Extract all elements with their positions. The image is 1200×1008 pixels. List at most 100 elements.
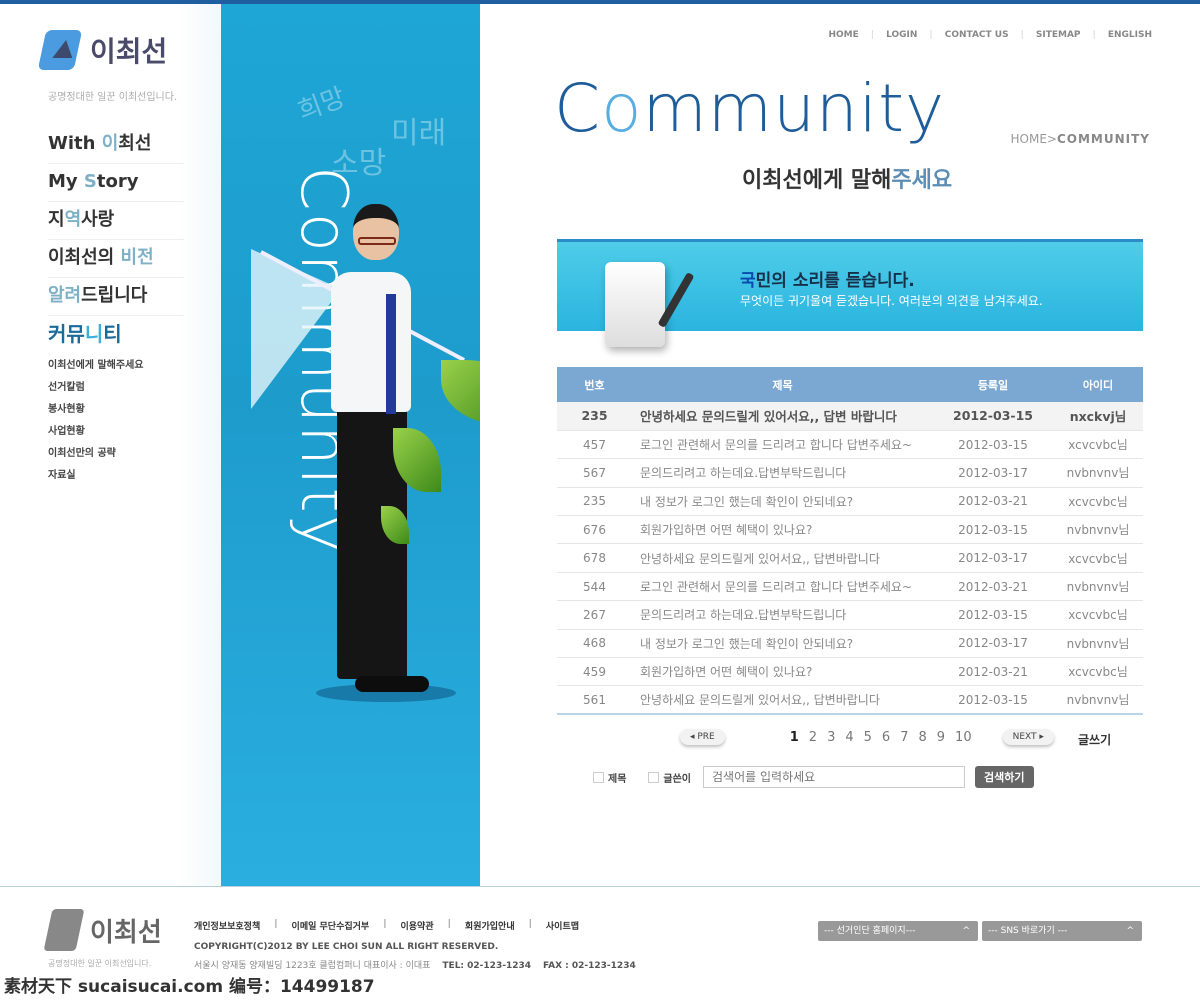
document-icon: [605, 262, 665, 347]
search-input[interactable]: 검색어를 입력하세요: [703, 766, 966, 788]
top-nav-sitemap[interactable]: SITEMAP: [1036, 30, 1081, 40]
write-button[interactable]: 글쓰기: [1078, 731, 1111, 748]
next-button[interactable]: NEXT ▸: [1002, 729, 1054, 745]
cell-title[interactable]: 안녕하세요 문의드릴게 있어서요,, 답변 바랍니다: [632, 402, 933, 431]
table-row[interactable]: 678 안녕하세요 문의드릴게 있어서요,, 답변바랍니다 2012-03-17 xc…: [557, 543, 1143, 573]
cell-title[interactable]: 내 정보가 로그인 했는데 확인이 안되네요?: [632, 629, 933, 659]
nav-item[interactable]: My Story: [48, 164, 184, 202]
nav-item-label: 지: [48, 209, 65, 230]
top-nav-home[interactable]: HOME: [828, 30, 858, 40]
address-text: 서울시 양재동 양재빌딩 1223호 클럽컴퍼니 대표이사 : 이대표: [194, 961, 431, 971]
footer-logo-mark-icon: [43, 909, 85, 951]
cell-date: 2012-03-21: [933, 572, 1053, 602]
nav-item[interactable]: 지역사랑: [48, 202, 184, 240]
sub-nav-item[interactable]: 이최선에게 말해주세요: [48, 358, 143, 380]
table-row[interactable]: 544 로그인 관련해서 문의를 드리려고 합니다 답변주세요~ 2012-03-2…: [557, 572, 1143, 602]
search-button[interactable]: 검색하기: [975, 766, 1034, 788]
candidate-site-select[interactable]: --- 선거인단 홈페이지--- ^: [818, 921, 978, 941]
title-part: C: [554, 70, 602, 147]
nav-item[interactable]: 알려드립니다: [48, 278, 184, 316]
prev-button[interactable]: ◂ PRE: [680, 729, 725, 745]
nav-item-label: 드립니다: [81, 285, 148, 306]
tel: TEL: 02-123-1234: [442, 961, 531, 971]
page-3[interactable]: 3: [827, 730, 835, 745]
top-nav-english[interactable]: ENGLISH: [1108, 30, 1152, 40]
fax: FAX : 02-123-1234: [543, 961, 636, 971]
sub-nav-item[interactable]: 자료실: [48, 468, 143, 490]
col-title: 제목: [632, 367, 933, 402]
ghost-word: 미래: [391, 116, 447, 151]
author-checkbox[interactable]: [648, 771, 660, 783]
cell-number: 678: [557, 543, 632, 573]
footer-slogan: 공명정대한 일꾼 이최선입니다.: [48, 959, 152, 968]
cell-title[interactable]: 로그인 관련해서 문의를 드리려고 합니다 답변주세요~: [632, 572, 933, 602]
cell-title[interactable]: 문의드리려고 하는데요.답변부탁드립니다: [632, 458, 933, 488]
cell-date: 2012-03-21: [933, 657, 1053, 687]
cell-id: xcvcvbc님: [1053, 600, 1143, 630]
cell-date: 2012-03-15: [933, 515, 1053, 545]
page-8[interactable]: 8: [918, 730, 926, 745]
sns-select[interactable]: --- SNS 바로가기 --- ^: [982, 921, 1142, 941]
table-row[interactable]: 567 문의드리려고 하는데요.답변부탁드립니다 2012-03-17 nvbnvnv…: [557, 458, 1143, 488]
page-2[interactable]: 2: [809, 730, 817, 745]
cell-number: 457: [557, 430, 632, 460]
slogan: 공명정대한 일꾼 이최선입니다.: [48, 92, 178, 103]
table-row[interactable]: 267 문의드리려고 하는데요.답변부탁드립니다 2012-03-15 xcvcvbc…: [557, 600, 1143, 630]
breadcrumb-current: COMMUNITY: [1056, 132, 1150, 146]
nav-item-label: S: [83, 171, 97, 192]
board-table: 번호 제목 등록일 아이디 235 안녕하세요 문의드릴게 있어서요,, 답변 바…: [557, 367, 1143, 716]
banner-title: 국민의 소리를 듣습니다.: [740, 266, 915, 291]
table-row[interactable]: 459 회원가입하면 어떤 혜택이 있나요? 2012-03-21 xcvcvbc님: [557, 657, 1143, 687]
page-4[interactable]: 4: [845, 730, 853, 745]
top-nav-login[interactable]: LOGIN: [886, 30, 917, 40]
nav-item[interactable]: 이최선의 비전: [48, 240, 184, 278]
logo[interactable]: 이최선: [37, 30, 167, 70]
nav-item[interactable]: 커뮤니티: [48, 316, 184, 354]
pagination: ◂ PRE 1 2 3 4 5 6 7 8 9 10 NEXT ▸: [680, 729, 1054, 745]
page-10[interactable]: 10: [955, 730, 972, 745]
cell-title[interactable]: 로그인 관련해서 문의를 드리려고 합니다 답변주세요~: [632, 430, 933, 460]
cell-title[interactable]: 안녕하세요 문의드릴게 있어서요,, 답변바랍니다: [632, 543, 933, 573]
nav-item[interactable]: With 이최선: [48, 126, 184, 164]
table-row[interactable]: 468 내 정보가 로그인 했는데 확인이 안되네요? 2012-03-17 nvbn…: [557, 629, 1143, 659]
ghost-word: 희망: [294, 82, 350, 128]
top-nav: HOME | LOGIN | CONTACT US | SITEMAP | ENGLISH: [828, 30, 1152, 40]
page-7[interactable]: 7: [900, 730, 908, 745]
sub-nav-item[interactable]: 봉사현황: [48, 402, 143, 424]
footer-link[interactable]: 회원가입안내: [465, 919, 515, 932]
nav-item-label: 최선: [118, 133, 152, 154]
table-row[interactable]: 235 내 정보가 로그인 했는데 확인이 안되네요? 2012-03-21 xcvc…: [557, 487, 1143, 517]
sub-nav-item[interactable]: 이최선만의 공략: [48, 446, 143, 468]
footer-link[interactable]: 이메일 무단수집거부: [292, 919, 370, 932]
page-9[interactable]: 9: [937, 730, 945, 745]
sub-nav-item[interactable]: 선거칼럼: [48, 380, 143, 402]
cell-date: 2012-03-17: [933, 543, 1053, 573]
page-1[interactable]: 1: [790, 730, 799, 745]
cell-title[interactable]: 안녕하세요 문의드릴게 있어서요,, 답변바랍니다: [632, 685, 933, 716]
cell-number: 561: [557, 685, 632, 716]
cell-number: 235: [557, 402, 632, 431]
title-checkbox[interactable]: [593, 771, 604, 783]
table-row[interactable]: 235 안녕하세요 문의드릴게 있어서요,, 답변 바랍니다 2012-03-15 n…: [557, 402, 1143, 431]
nav-separator: |: [870, 30, 875, 40]
footer-link[interactable]: 사이트맵: [546, 919, 579, 932]
top-nav-contact-us[interactable]: CONTACT US: [945, 30, 1009, 40]
footer-link[interactable]: 이용약관: [401, 919, 434, 932]
nav-item-label: 역: [64, 209, 82, 230]
table-row[interactable]: 561 안녕하세요 문의드릴게 있어서요,, 답변바랍니다 2012-03-15 nv…: [557, 685, 1143, 716]
cell-id: xcvcvbc님: [1053, 657, 1143, 687]
table-row[interactable]: 676 회원가입하면 어떤 혜택이 있나요? 2012-03-15 nvbnvnv님: [557, 515, 1143, 545]
sub-nav-item[interactable]: 사업현황: [48, 424, 143, 446]
table-row[interactable]: 457 로그인 관련해서 문의를 드리려고 합니다 답변주세요~ 2012-03-1…: [557, 430, 1143, 460]
footer-link[interactable]: 개인정보보호정책: [194, 919, 260, 932]
cell-title[interactable]: 회원가입하면 어떤 혜택이 있나요?: [632, 657, 933, 687]
cell-title[interactable]: 문의드리려고 하는데요.답변부탁드립니다: [632, 600, 933, 630]
chevron-up-icon: ^: [962, 926, 970, 936]
cell-title[interactable]: 내 정보가 로그인 했는데 확인이 안되네요?: [632, 487, 933, 517]
page-6[interactable]: 6: [882, 730, 890, 745]
cell-title[interactable]: 회원가입하면 어떤 혜택이 있나요?: [632, 515, 933, 545]
col-number: 번호: [557, 367, 632, 402]
breadcrumb-home[interactable]: HOME>: [1011, 132, 1057, 146]
cell-id: nvbnvnv님: [1053, 515, 1143, 545]
page-5[interactable]: 5: [864, 730, 872, 745]
